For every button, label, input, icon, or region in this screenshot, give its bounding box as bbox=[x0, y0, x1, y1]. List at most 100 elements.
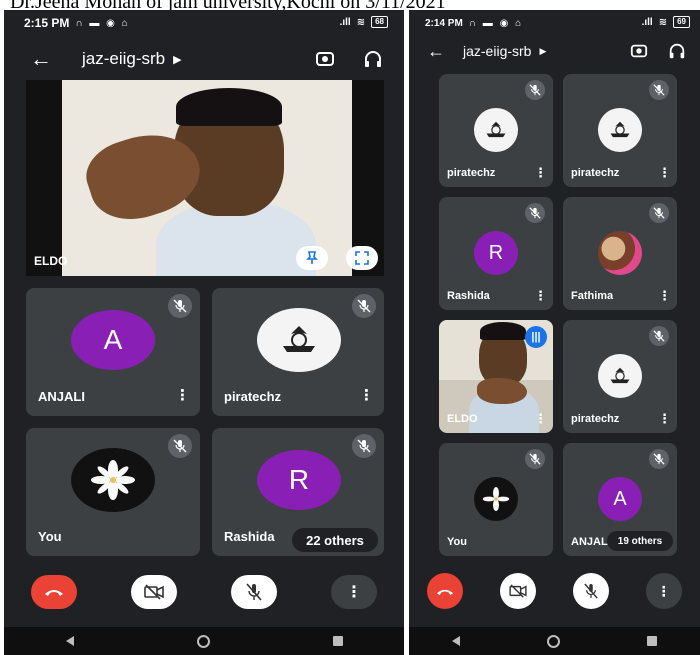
participant-tile[interactable]: You bbox=[26, 428, 200, 556]
chevron-right-icon[interactable]: ▶ bbox=[539, 46, 546, 57]
participant-name: Rashida bbox=[447, 290, 490, 302]
phone-screen-right: 2:14 PM ∩ ▬ ◉ ⌂ .ıll ≋ 69 ← jaz-eiig-srb… bbox=[409, 10, 700, 655]
mic-off-icon bbox=[649, 80, 669, 100]
more-vert-icon[interactable]: ⋮ bbox=[534, 165, 547, 181]
mic-off-icon bbox=[649, 449, 669, 469]
participant-name: ELDO bbox=[34, 254, 68, 268]
fullscreen-icon[interactable] bbox=[346, 246, 378, 270]
android-nav-bar bbox=[4, 627, 404, 655]
nav-home-icon[interactable] bbox=[546, 634, 560, 648]
others-count-badge[interactable]: 19 others bbox=[607, 531, 673, 551]
meeting-header: ← jaz-eiig-srb ▶ bbox=[409, 34, 700, 68]
avatar: R bbox=[257, 450, 341, 510]
participant-name: ANJALI bbox=[571, 536, 611, 548]
mic-off-button[interactable] bbox=[231, 575, 277, 609]
participant-name: piratechz bbox=[447, 167, 496, 179]
flower-avatar bbox=[474, 477, 518, 521]
meeting-code[interactable]: jaz-eiig-srb bbox=[463, 43, 531, 59]
participant-tile[interactable]: A ANJALI ⋮ bbox=[26, 288, 200, 416]
participant-video-tile[interactable]: ||| ELDO ⋮ bbox=[439, 320, 553, 433]
nav-back-icon[interactable] bbox=[452, 636, 461, 646]
status-time: 2:15 PM bbox=[24, 16, 70, 30]
mic-off-icon bbox=[525, 449, 545, 469]
participant-name: Rashida bbox=[224, 529, 275, 544]
more-vert-icon[interactable]: ⋮ bbox=[658, 288, 671, 304]
mic-off-icon bbox=[649, 203, 669, 223]
more-vert-icon[interactable]: ⋮ bbox=[534, 288, 547, 304]
call-controls: ⋮ bbox=[4, 575, 404, 609]
mic-off-icon bbox=[352, 434, 376, 458]
end-call-button[interactable] bbox=[427, 573, 464, 609]
status-bar: 2:15 PM ∩ ▬ ◉ ⌂ .ıll ≋ 68 bbox=[4, 10, 404, 36]
participant-tile[interactable]: Fathima ⋮ bbox=[563, 197, 677, 310]
pirate-logo-avatar bbox=[598, 108, 642, 152]
end-call-button[interactable] bbox=[31, 575, 77, 609]
photo-avatar bbox=[598, 231, 642, 275]
more-vert-icon[interactable]: ⋮ bbox=[175, 386, 190, 404]
phone-screen-left: 2:15 PM ∩ ▬ ◉ ⌂ .ıll ≋ 68 ← jaz-eiig-srb… bbox=[4, 10, 404, 655]
meeting-code[interactable]: jaz-eiig-srb bbox=[82, 49, 165, 69]
featured-video-tile[interactable]: ELDO bbox=[26, 80, 384, 276]
mic-off-icon bbox=[168, 434, 192, 458]
status-time: 2:14 PM bbox=[425, 17, 463, 29]
participant-tile[interactable]: piratechz ⋮ bbox=[563, 74, 677, 187]
mic-off-icon bbox=[352, 294, 376, 318]
more-options-button[interactable]: ⋮ bbox=[645, 573, 682, 609]
switch-camera-icon[interactable] bbox=[314, 48, 336, 70]
pin-icon[interactable] bbox=[296, 246, 328, 270]
participant-name: piratechz bbox=[224, 389, 282, 404]
wifi-icon: ≋ bbox=[658, 16, 668, 28]
mic-off-icon bbox=[649, 326, 669, 346]
nav-home-icon[interactable] bbox=[196, 634, 210, 648]
avatar: R bbox=[474, 231, 518, 275]
camera-off-button[interactable] bbox=[131, 575, 177, 609]
mic-off-button[interactable] bbox=[572, 573, 609, 609]
participant-name: Fathima bbox=[571, 290, 614, 302]
participant-tile[interactable]: piratechz ⋮ bbox=[212, 288, 384, 416]
participant-tile[interactable]: You bbox=[439, 443, 553, 556]
more-vert-icon[interactable]: ⋮ bbox=[658, 411, 671, 427]
signal-icon: .ıll bbox=[641, 16, 653, 28]
pirate-logo-avatar bbox=[257, 308, 341, 372]
call-controls: ⋮ bbox=[409, 573, 700, 609]
participant-tile[interactable]: R Rashida ⋮ bbox=[439, 197, 553, 310]
meeting-header: ← jaz-eiig-srb ▶ bbox=[4, 42, 404, 76]
back-arrow-icon[interactable]: ← bbox=[427, 41, 451, 62]
headphones-icon[interactable] bbox=[666, 40, 688, 62]
nav-recent-icon[interactable] bbox=[332, 636, 343, 646]
mic-off-icon bbox=[525, 80, 545, 100]
participant-name: piratechz bbox=[571, 167, 620, 179]
more-vert-icon[interactable]: ⋮ bbox=[359, 386, 374, 404]
chevron-right-icon[interactable]: ▶ bbox=[173, 53, 181, 66]
avatar-letter: A bbox=[613, 487, 627, 510]
more-vert-icon[interactable]: ⋮ bbox=[658, 165, 671, 181]
participant-tile[interactable]: R Rashida 22 others bbox=[212, 428, 384, 556]
switch-camera-icon[interactable] bbox=[628, 40, 650, 62]
back-arrow-icon[interactable]: ← bbox=[30, 46, 54, 72]
more-vert-icon[interactable]: ⋮ bbox=[534, 411, 547, 427]
avatar: A bbox=[71, 310, 155, 370]
flower-avatar bbox=[71, 448, 155, 512]
camera-off-button[interactable] bbox=[500, 573, 537, 609]
headphones-icon[interactable] bbox=[362, 48, 384, 70]
participant-name: ANJALI bbox=[38, 389, 85, 404]
participant-name: ELDO bbox=[447, 413, 478, 425]
avatar-letter: A bbox=[103, 324, 123, 355]
status-bar: 2:14 PM ∩ ▬ ◉ ⌂ .ıll ≋ 69 bbox=[409, 10, 700, 36]
participant-tile[interactable]: piratechz ⋮ bbox=[439, 74, 553, 187]
speaking-indicator-icon: ||| bbox=[525, 326, 547, 348]
nav-back-icon[interactable] bbox=[65, 636, 74, 646]
nav-recent-icon[interactable] bbox=[646, 636, 657, 646]
participant-tile[interactable]: piratechz ⋮ bbox=[563, 320, 677, 433]
others-count-badge[interactable]: 22 others bbox=[292, 528, 378, 552]
avatar-letter: R bbox=[488, 241, 504, 264]
mic-off-icon bbox=[168, 294, 192, 318]
android-nav-bar bbox=[409, 627, 700, 655]
battery-icon: 69 bbox=[673, 16, 690, 28]
pirate-logo-avatar bbox=[474, 108, 518, 152]
avatar: A bbox=[598, 477, 642, 521]
notification-icons: ∩ ▬ ◉ ⌂ bbox=[75, 17, 130, 29]
participant-tile[interactable]: A ANJALI 19 others bbox=[563, 443, 677, 556]
signal-icon: .ıll bbox=[339, 16, 351, 28]
more-options-button[interactable]: ⋮ bbox=[331, 575, 377, 609]
